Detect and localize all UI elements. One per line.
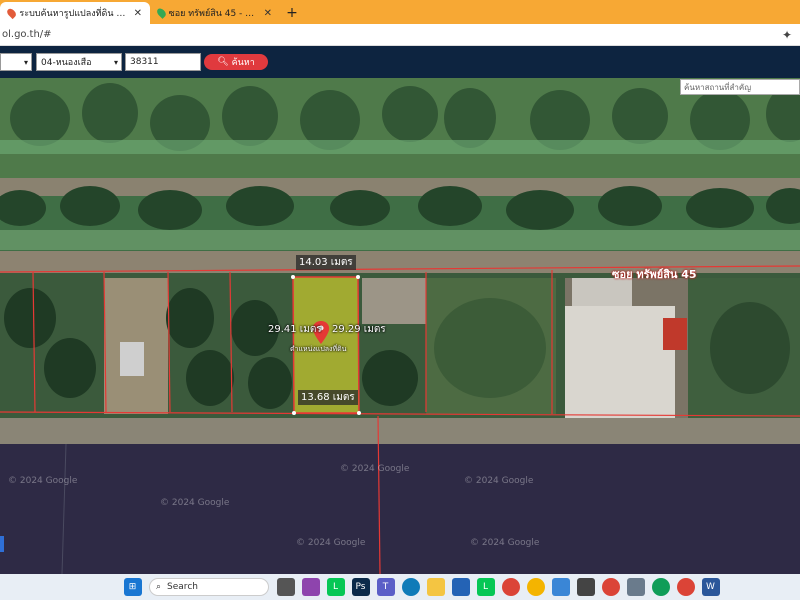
left-length-label: 29.41 เมตร (268, 324, 322, 335)
parcel-number-input[interactable]: 38311 (125, 53, 201, 71)
road-label: ซอย ทรัพย์สิน 45 (612, 268, 697, 281)
new-tab-button[interactable]: + (280, 2, 304, 24)
chrome-icon[interactable] (501, 578, 520, 596)
taskbar-search[interactable]: ⌕ Search (149, 578, 269, 596)
chevron-down-icon: ▾ (23, 57, 28, 67)
store-icon[interactable] (551, 578, 570, 596)
parcel-location-label: ตำแหน่งแปลงที่ดิน (290, 345, 347, 353)
taskbar-search-label: Search (167, 582, 198, 592)
map-watermark: © 2024 Google (464, 476, 534, 486)
line-icon[interactable]: L (326, 578, 345, 596)
map-pin-icon (155, 7, 168, 19)
windows-icon[interactable]: ⊞ (123, 578, 142, 596)
search-icon: ⌕ (156, 582, 162, 592)
tab-title: ซอย ทรัพย์สิน 45 - Google Maps (168, 9, 258, 19)
edge-icon[interactable] (401, 578, 420, 596)
bottom-width-label: 13.68 เมตร (298, 390, 358, 405)
chrome-icon[interactable] (526, 578, 545, 596)
remote-desktop-icon[interactable] (451, 578, 470, 596)
chrome-icon[interactable] (676, 578, 695, 596)
copilot-icon[interactable] (301, 578, 320, 596)
district-select[interactable]: 04-หนองเสือ ▾ (36, 53, 122, 71)
extension-icon[interactable]: ✦ (782, 28, 792, 42)
teams-icon[interactable]: T (376, 578, 395, 596)
map-imagery (0, 78, 800, 574)
search-button[interactable]: 🔍︎ ค้นหา (204, 54, 268, 70)
side-panel-toggle[interactable] (0, 536, 4, 552)
calculator-icon[interactable] (576, 578, 595, 596)
close-icon[interactable]: ✕ (134, 8, 142, 19)
browser-tab-bar: ระบบค้นหารูปแปลงที่ดิน (LandsMap ✕ ซอย ท… (0, 0, 800, 24)
top-width-label: 14.03 เมตร (296, 255, 356, 270)
search-button-label: ค้นหา (231, 58, 255, 68)
tab-title: ระบบค้นหารูปแปลงที่ดิน (LandsMap (19, 9, 127, 19)
map-watermark: © 2024 Google (160, 498, 230, 508)
search-icon: 🔍︎ (217, 57, 229, 67)
place-search-input[interactable]: ค้นหาสถานที่สำคัญ (680, 79, 800, 95)
photoshop-icon[interactable]: Ps (351, 578, 370, 596)
search-toolbar: ▾ 04-หนองเสือ ▾ 38311 🔍︎ ค้นหา (0, 46, 800, 78)
url-text: ol.go.th/# (2, 29, 52, 40)
satellite-map[interactable]: 14.03 เมตร 13.68 เมตร 29.41 เมตร 29.29 เ… (0, 78, 800, 574)
map-watermark: © 2024 Google (296, 538, 366, 548)
tab-google-maps[interactable]: ซอย ทรัพย์สิน 45 - Google Maps ✕ (150, 2, 280, 24)
taskbar: ⊞ ⌕ Search L Ps T L W (0, 574, 800, 600)
map-watermark: © 2024 Google (8, 476, 78, 486)
chevron-down-icon: ▾ (113, 57, 118, 67)
close-icon[interactable]: ✕ (264, 8, 272, 19)
chrome-icon[interactable] (601, 578, 620, 596)
widgets-icon[interactable] (276, 578, 295, 596)
word-icon[interactable]: W (701, 578, 720, 596)
tab-landsmap[interactable]: ระบบค้นหารูปแปลงที่ดิน (LandsMap ✕ (0, 2, 150, 24)
address-bar[interactable]: ol.go.th/# ✦ (0, 24, 800, 46)
map-pin-icon (5, 6, 18, 20)
right-length-label: 29.29 เมตร (332, 324, 386, 335)
chrome-icon[interactable] (651, 578, 670, 596)
province-select[interactable]: ▾ (0, 53, 32, 71)
notepad-icon[interactable] (626, 578, 645, 596)
place-search-placeholder: ค้นหาสถานที่สำคัญ (684, 82, 752, 92)
parcel-number-value: 38311 (130, 57, 159, 67)
district-value: 04-หนองเสือ (41, 58, 92, 68)
line-icon[interactable]: L (476, 578, 495, 596)
folder-icon[interactable] (426, 578, 445, 596)
map-watermark: © 2024 Google (470, 538, 540, 548)
map-watermark: © 2024 Google (340, 464, 410, 474)
